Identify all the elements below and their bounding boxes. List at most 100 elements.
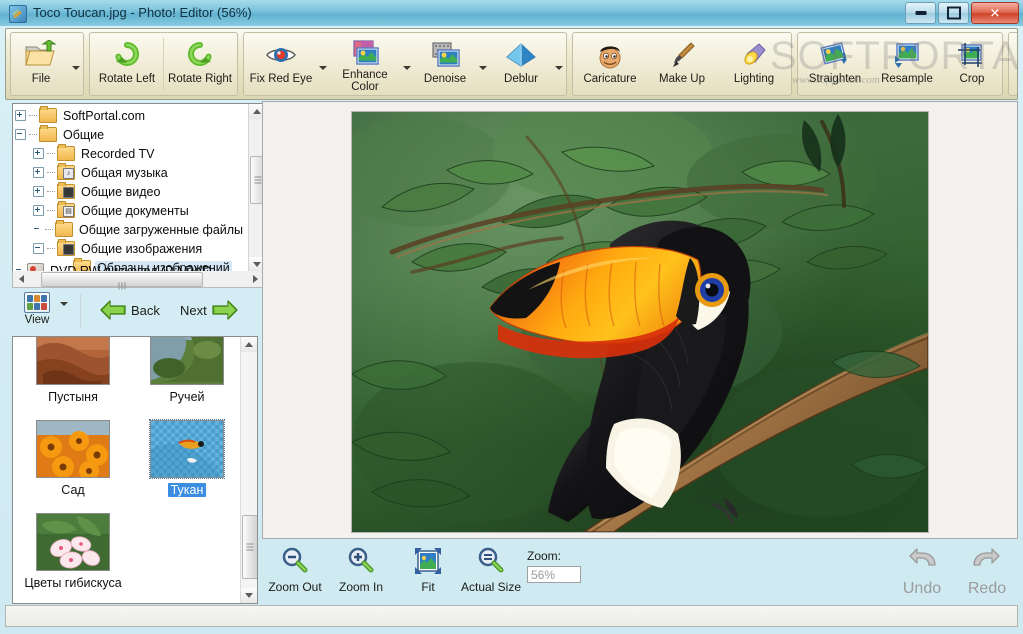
tree-item[interactable]: ▦ Общие видео [15,182,247,201]
thumbnail-item[interactable]: Пустыня [19,337,127,404]
undo-button[interactable]: Undo [891,545,953,598]
next-button[interactable]: Next [180,296,238,324]
deblur-label: Deblur [504,73,538,85]
thumbnail-image-garden[interactable] [36,420,110,478]
status-bar [5,605,1018,627]
caricature-button[interactable]: Caricature [574,34,646,94]
close-button[interactable]: ✕ [971,2,1019,24]
thumbnail-caption: Сад [61,483,85,497]
open-folder-icon [24,39,58,71]
tree-connector-line [47,190,55,193]
tree-item-label: Общие документы [81,203,189,218]
deblur-icon [505,39,537,71]
thumbnail-caption: Ручей [169,390,205,404]
view-dropdown-arrow[interactable] [60,302,70,312]
thumbnail-item[interactable]: Ручей [133,337,241,404]
denoise-dropdown-arrow[interactable] [477,34,489,94]
zoom-out-button[interactable]: Zoom Out [262,545,328,594]
tree-expander-plus[interactable] [33,148,44,159]
tree-expander-plus[interactable] [15,110,26,121]
view-button[interactable]: View [16,292,58,326]
thumbnail-scroll-up-button[interactable] [241,337,257,352]
folder-video-icon: ▦ [57,239,75,256]
thumbnail-item[interactable]: Сад [19,420,127,497]
rotate-right-label: Rotate Right [168,73,232,85]
tree-expander-plus[interactable] [33,167,44,178]
help-button[interactable]: ? Help [1010,34,1017,94]
fit-button[interactable]: Fit [395,545,461,594]
thumbnail-panel[interactable]: Пустыня Ручей Сад Тукан Цветы гибискуса [12,336,258,604]
tree-expander-minus[interactable] [15,129,26,140]
folder-tree-panel[interactable]: SoftPortal.com Общие Recorded TV ♪ Общая муз… [12,103,266,273]
zoom-in-button[interactable]: Zoom In [328,545,394,594]
zoom-field-label: Zoom: [527,549,562,563]
folder-overlay-icon: ▦ [63,244,74,255]
tree-horizontal-scrollbar[interactable] [12,271,264,289]
thumbnail-item[interactable]: Тукан [133,419,241,497]
tree-item[interactable]: ♪ Общая музыка [15,163,247,182]
file-dropdown-arrow[interactable] [70,34,82,94]
redo-button[interactable]: Redo [956,545,1018,598]
thumbnail-caption: Тукан [167,483,207,497]
tree-connector-line [47,152,55,155]
rotate-left-label: Rotate Left [98,73,156,85]
tree-scroll-left-button[interactable] [13,271,29,286]
image-canvas-area[interactable] [262,101,1018,539]
enhance-color-icon [349,39,381,67]
tree-item[interactable]: Recorded TV [15,144,247,163]
navigation-bar: View Back Next [8,292,264,334]
straighten-button[interactable]: Straighten [799,34,871,94]
denoise-button[interactable]: Denoise [413,34,477,94]
tree-expander-plus[interactable] [33,205,44,216]
actual-size-button[interactable]: Actual Size [458,545,524,594]
make-up-button[interactable]: Make Up [646,34,718,94]
crop-label: Crop [959,73,985,85]
thumbnail-image-toucan[interactable] [149,419,225,479]
tree-item[interactable]: Общие загруженные файлы [15,220,247,239]
maximize-button[interactable] [938,2,969,24]
deblur-dropdown-arrow[interactable] [553,34,565,94]
back-button[interactable]: Back [100,296,160,324]
tree-expander-none [33,225,42,234]
zoom-input[interactable]: 56% [527,566,581,583]
file-button[interactable]: File [12,34,70,94]
tree-item[interactable]: SoftPortal.com [15,106,247,125]
zoom-in-label: Zoom In [338,580,383,594]
tree-hscroll-thumb[interactable] [41,272,203,289]
tree-scroll-right-button[interactable] [247,271,263,286]
resample-button[interactable]: Resample [871,34,943,94]
thumbnail-image-creek[interactable] [150,337,224,385]
thumbnail-image-desert[interactable] [36,337,110,385]
rotate-left-button[interactable]: Rotate Left [91,34,163,94]
toucan-photo[interactable] [351,111,929,533]
next-button-label: Next [180,302,207,318]
thumbnail-item[interactable]: Цветы гибискуса [19,513,127,590]
crop-button[interactable]: Crop [943,34,1001,94]
tree-item[interactable]: ▤ Общие документы [15,201,247,220]
lighting-button[interactable]: Lighting [718,34,790,94]
thumbnail-list: Пустыня Ручей Сад Тукан Цветы гибискуса [13,337,241,602]
rotate-right-button[interactable]: Rotate Right [164,34,236,94]
thumbnail-vertical-scrollbar[interactable] [240,337,257,603]
tree-connector-line [47,171,55,174]
view-button-label: View [24,314,50,326]
tree-item[interactable]: Общие [15,125,247,144]
thumbnail-image-hibiscus[interactable] [36,513,110,571]
tree-expander-plus[interactable] [33,186,44,197]
enhance-color-button[interactable]: Enhance Color [329,34,401,94]
toolbar-group-rotate: Rotate Left Rotate Right [89,32,238,96]
tree-expander-minus[interactable] [33,243,44,254]
toolbar-group-transform: Straighten Resample Crop [797,32,1003,96]
make-up-label: Make Up [658,73,706,85]
main-toolbar: File Rotate Left Rotate Right Fix Red Ey… [5,28,1018,100]
thumbnail-scroll-thumb[interactable] [242,515,257,579]
fix-red-eye-dropdown-arrow[interactable] [317,34,329,94]
tree-item-label: Общие изображения [81,241,203,256]
tree-item[interactable]: ▦ Общие изображения [15,239,247,258]
deblur-button[interactable]: Deblur [489,34,553,94]
fix-red-eye-button[interactable]: Fix Red Eye [245,34,317,94]
tree-item-label: Общие [63,127,105,142]
minimize-button[interactable] [905,2,936,24]
thumbnail-scroll-down-button[interactable] [241,588,257,603]
enhance-color-dropdown-arrow[interactable] [401,34,413,94]
